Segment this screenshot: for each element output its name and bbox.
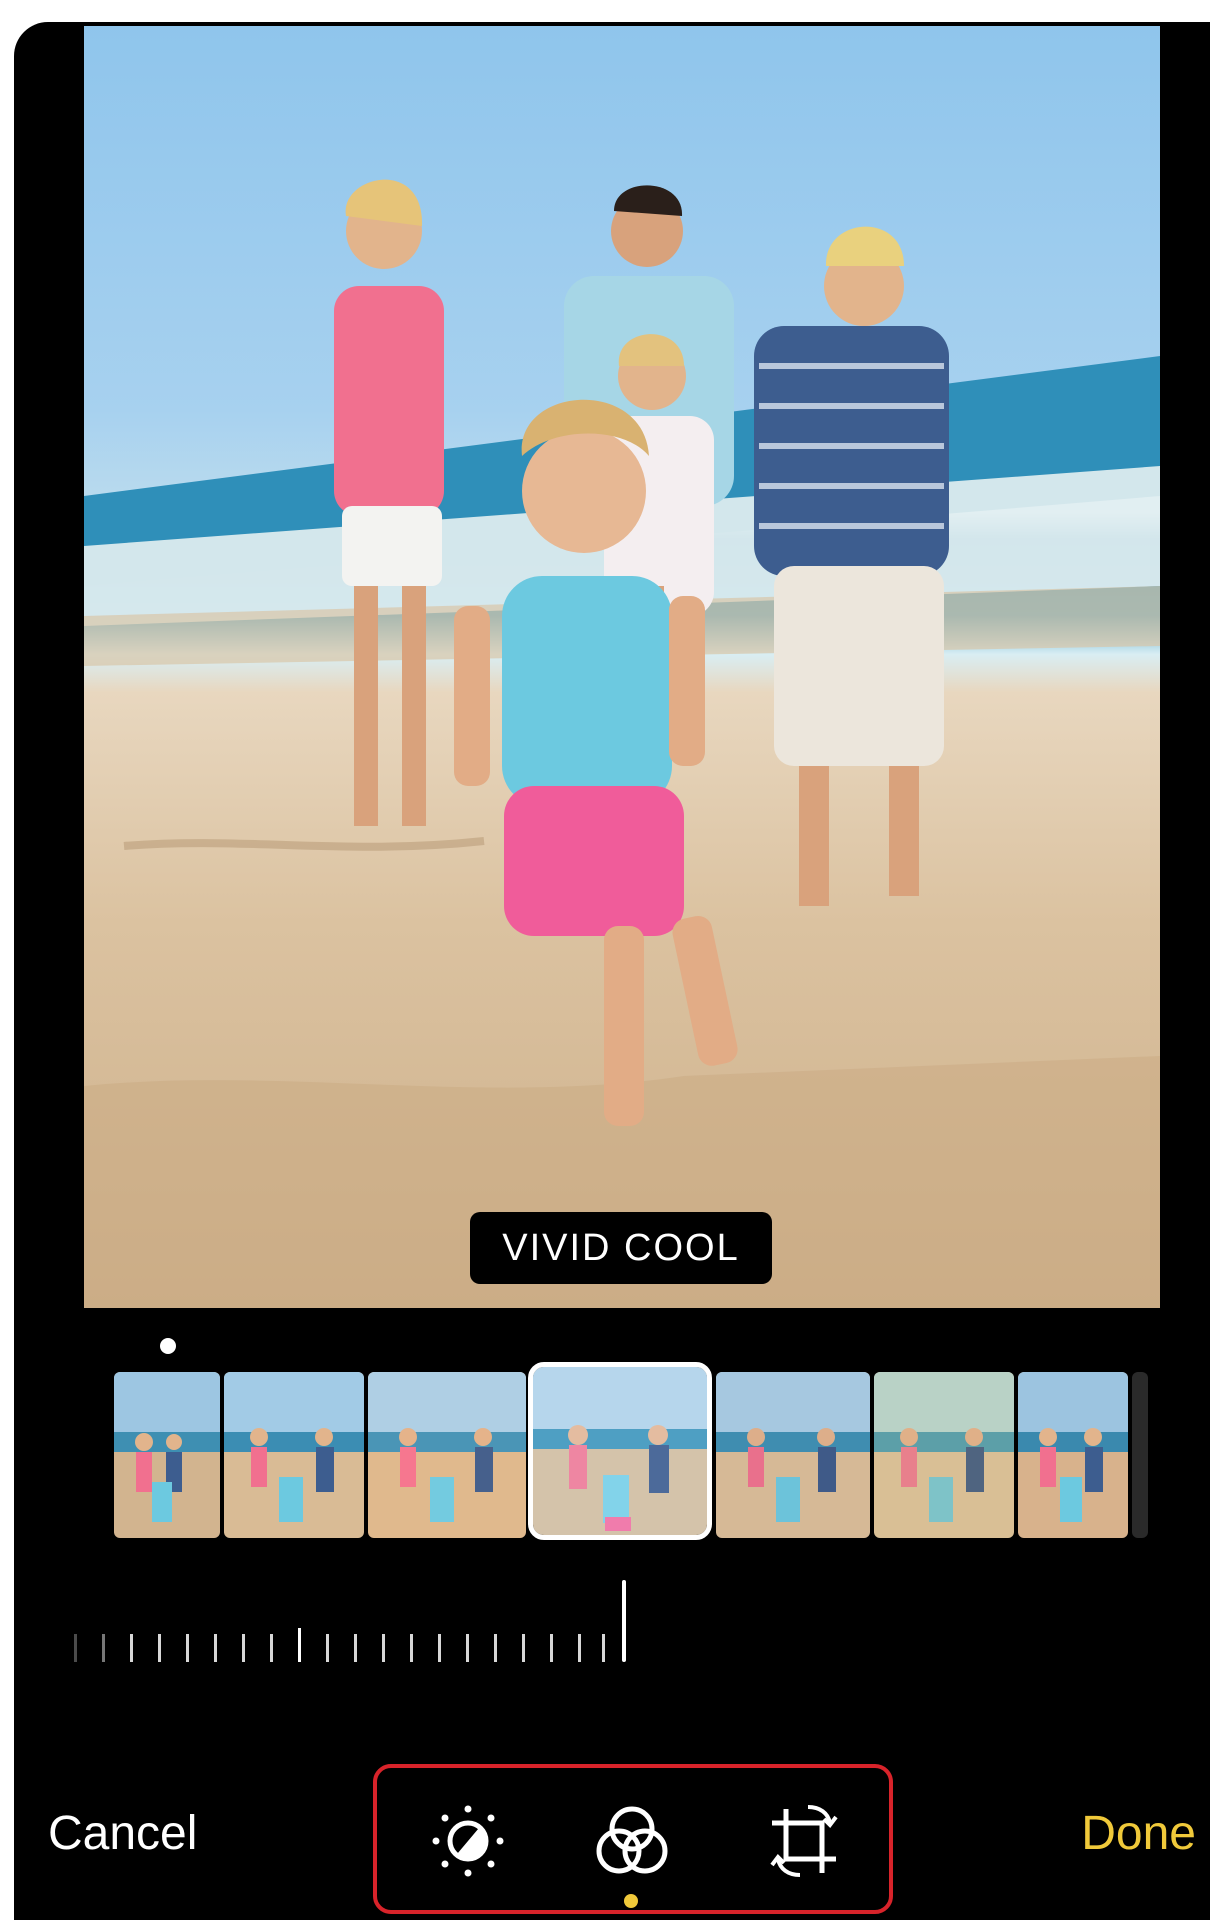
slider-tick <box>410 1634 413 1662</box>
filters-tool-button[interactable] <box>587 1796 677 1886</box>
edit-tools-group <box>373 1764 893 1914</box>
filter-thumbnail[interactable] <box>1018 1372 1128 1538</box>
crop-tool-button[interactable] <box>759 1796 849 1886</box>
filter-filmstrip <box>114 1362 1148 1540</box>
slider-tick <box>466 1634 469 1662</box>
intensity-slider[interactable] <box>64 1580 644 1672</box>
slider-tick <box>102 1634 105 1662</box>
filter-indicator-dot <box>160 1338 176 1354</box>
filter-thumbnail[interactable] <box>368 1372 526 1538</box>
adjust-icon <box>432 1805 504 1877</box>
slider-tick <box>382 1634 385 1662</box>
filter-thumbnail-selected[interactable] <box>528 1362 712 1540</box>
slider-tick <box>214 1634 217 1662</box>
done-button[interactable]: Done <box>1081 1806 1196 1861</box>
crop-rotate-icon <box>770 1805 838 1877</box>
slider-tick <box>354 1634 357 1662</box>
cancel-button[interactable]: Cancel <box>48 1806 197 1861</box>
slider-tick <box>270 1634 273 1662</box>
active-tool-indicator <box>624 1894 638 1908</box>
slider-tick <box>186 1634 189 1662</box>
slider-tick <box>74 1634 77 1662</box>
slider-tick <box>298 1628 301 1662</box>
edited-photo <box>84 26 1160 1308</box>
slider-tick <box>578 1634 581 1662</box>
slider-tick <box>130 1634 133 1662</box>
filter-thumbnail[interactable] <box>224 1372 364 1538</box>
slider-tick <box>494 1634 497 1662</box>
slider-tick <box>158 1634 161 1662</box>
filter-thumbnail[interactable] <box>716 1372 870 1538</box>
slider-tick <box>438 1634 441 1662</box>
filter-thumbnail[interactable] <box>114 1372 220 1538</box>
filter-thumbnail[interactable] <box>1132 1372 1148 1538</box>
filters-icon <box>596 1806 668 1874</box>
adjust-tool-button[interactable] <box>423 1796 513 1886</box>
slider-tick <box>522 1634 525 1662</box>
slider-tick <box>550 1634 553 1662</box>
slider-tick <box>326 1634 329 1662</box>
slider-tick <box>242 1634 245 1662</box>
photo-editor-screen: VIVID COOL Cancel Done <box>14 22 1210 1920</box>
filter-name-label: VIVID COOL <box>470 1212 772 1284</box>
filter-thumbnail[interactable] <box>874 1372 1014 1538</box>
slider-indicator[interactable] <box>622 1580 626 1662</box>
slider-tick <box>602 1634 605 1662</box>
